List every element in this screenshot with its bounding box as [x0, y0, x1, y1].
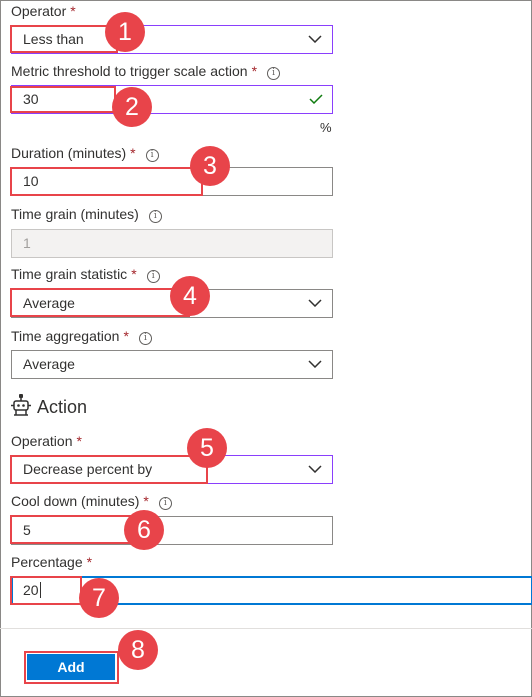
operation-label: Operation * — [11, 433, 82, 449]
footer-divider — [0, 628, 532, 629]
callout-badge-2: 2 — [112, 87, 152, 127]
time-grain-label: Time grain (minutes) i — [11, 206, 162, 223]
percentage-value: 20 — [23, 582, 41, 598]
callout-badge-7: 7 — [79, 578, 119, 618]
info-icon[interactable]: i — [267, 67, 281, 80]
info-icon[interactable]: i — [148, 210, 162, 223]
threshold-unit: % — [320, 120, 332, 135]
text-caret — [39, 582, 41, 598]
time-grain-statistic-value: Average — [23, 295, 75, 311]
cool-down-input[interactable]: 5 — [11, 516, 333, 545]
chevron-down-icon — [308, 299, 322, 307]
operator-value: Less than — [23, 31, 84, 47]
duration-input[interactable]: 10 — [11, 167, 333, 196]
info-icon[interactable]: i — [158, 497, 172, 510]
time-grain-value: 1 — [23, 235, 31, 251]
threshold-label: Metric threshold to trigger scale action… — [11, 63, 281, 80]
action-section-title: Action — [11, 394, 87, 418]
time-grain-input: 1 — [11, 229, 333, 258]
info-icon[interactable]: i — [138, 332, 152, 345]
threshold-input[interactable]: 30 — [11, 85, 333, 114]
operator-dropdown[interactable]: Less than — [11, 25, 333, 54]
duration-label: Duration (minutes) * i — [11, 145, 159, 162]
cool-down-value: 5 — [23, 522, 31, 538]
info-icon[interactable]: i — [145, 149, 159, 162]
callout-badge-8: 8 — [118, 630, 158, 670]
threshold-value: 30 — [23, 91, 39, 107]
chevron-down-icon — [308, 465, 322, 473]
time-aggregation-dropdown[interactable]: Average — [11, 350, 333, 379]
callout-badge-1: 1 — [105, 12, 145, 52]
time-aggregation-label: Time aggregation * i — [11, 328, 152, 345]
add-button[interactable]: Add — [27, 654, 115, 680]
chevron-down-icon — [308, 360, 322, 368]
chevron-down-icon — [308, 35, 322, 43]
operation-value: Decrease percent by — [23, 461, 153, 477]
time-grain-statistic-label: Time grain statistic * i — [11, 266, 160, 283]
callout-badge-3: 3 — [190, 146, 230, 186]
callout-badge-5: 5 — [187, 428, 227, 468]
checkmark-icon — [309, 94, 323, 104]
callout-badge-6: 6 — [124, 510, 164, 550]
time-aggregation-value: Average — [23, 356, 75, 372]
info-icon[interactable]: i — [146, 270, 160, 283]
cool-down-label: Cool down (minutes) * i — [11, 493, 172, 510]
operation-dropdown[interactable]: Decrease percent by — [11, 455, 333, 484]
operator-label: Operator * — [11, 3, 76, 19]
duration-value: 10 — [23, 173, 39, 189]
callout-badge-4: 4 — [170, 276, 210, 316]
percentage-label: Percentage * — [11, 554, 93, 570]
robot-icon — [11, 394, 31, 416]
